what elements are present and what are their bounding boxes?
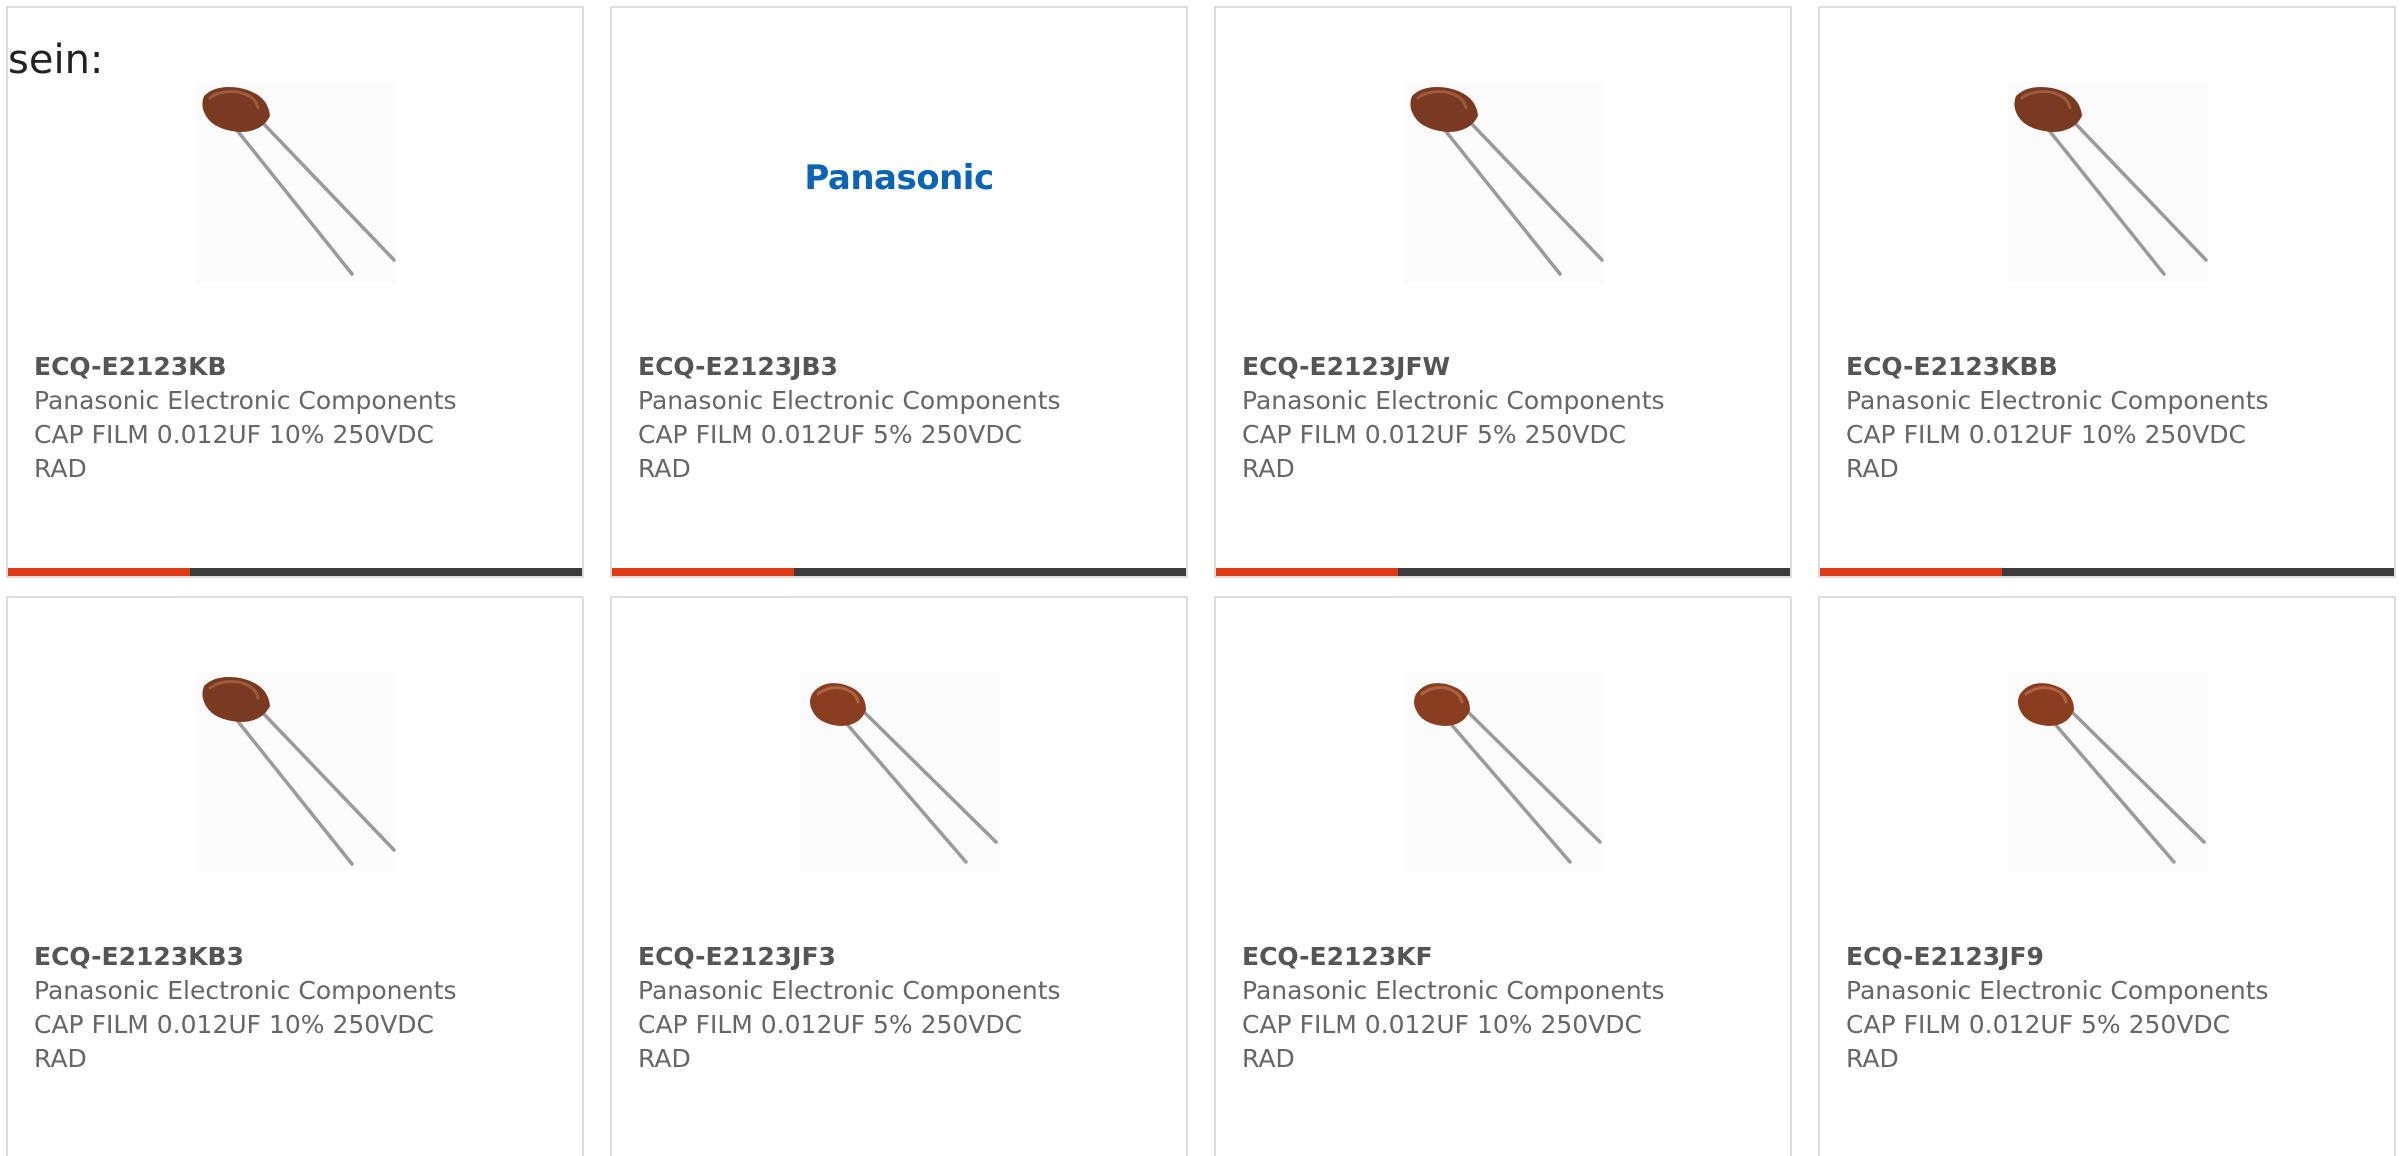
manufacturer: Panasonic Electronic Components [1242, 386, 1665, 415]
product-card[interactable]: ECQ-E2123JF3 Panasonic Electronic Compon… [610, 596, 1188, 1156]
part-number[interactable]: ECQ-E2123KBB [1846, 350, 2058, 384]
capacitor-icon [800, 672, 1000, 872]
product-card[interactable]: ECQ-E2123KB Panasonic Electronic Compone… [6, 6, 584, 578]
manufacturer: Panasonic Electronic Components [34, 386, 457, 415]
intro-text: sein: [8, 37, 104, 83]
part-number[interactable]: ECQ-E2123JF9 [1846, 940, 2044, 974]
manufacturer: Panasonic Electronic Components [34, 976, 457, 1005]
product-description: CAP FILM 0.012UF 10% 250VDC RAD [34, 1010, 435, 1073]
card-bottom-bar [1216, 568, 1790, 576]
part-number[interactable]: ECQ-E2123KB [34, 350, 227, 384]
product-card[interactable]: ECQ-E2123KB3 Panasonic Electronic Compon… [6, 596, 584, 1156]
card-accent-bar [8, 568, 190, 576]
card-bottom-bar [8, 568, 582, 576]
product-card[interactable]: ECQ-E2123JFW Panasonic Electronic Compon… [1214, 6, 1792, 578]
manufacturer: Panasonic Electronic Components [1242, 976, 1665, 1005]
capacitor-icon [2008, 672, 2208, 872]
capacitor-icon [2008, 82, 2208, 282]
manufacturer: Panasonic Electronic Components [638, 386, 1061, 415]
capacitor-icon [1404, 82, 1604, 282]
panasonic-logo: Panasonic [804, 158, 994, 198]
product-description: CAP FILM 0.012UF 5% 250VDC RAD [638, 1010, 1023, 1073]
product-description: CAP FILM 0.012UF 10% 250VDC RAD [1242, 1010, 1643, 1073]
product-description: CAP FILM 0.012UF 5% 250VDC RAD [1242, 420, 1627, 483]
product-description: CAP FILM 0.012UF 5% 250VDC RAD [638, 420, 1023, 483]
part-number[interactable]: ECQ-E2123KB3 [34, 940, 244, 974]
part-number[interactable]: ECQ-E2123JF3 [638, 940, 836, 974]
card-bottom-bar [612, 568, 1186, 576]
product-card[interactable]: ECQ-E2123JF9 Panasonic Electronic Compon… [1818, 596, 2396, 1156]
capacitor-icon [196, 672, 396, 872]
part-number[interactable]: ECQ-E2123KF [1242, 940, 1433, 974]
card-accent-bar [1820, 568, 2002, 576]
card-accent-bar [612, 568, 794, 576]
card-accent-bar [1216, 568, 1398, 576]
manufacturer: Panasonic Electronic Components [1846, 386, 2269, 415]
capacitor-icon [1404, 672, 1604, 872]
capacitor-icon [196, 82, 396, 282]
product-description: CAP FILM 0.012UF 5% 250VDC RAD [1846, 1010, 2231, 1073]
product-card[interactable]: Panasonic ECQ-E2123JB3 Panasonic Electro… [610, 6, 1188, 578]
product-grid-page: sein: ECQ-E2123KB Panasonic Electronic C… [0, 0, 2400, 1156]
part-number[interactable]: ECQ-E2123JFW [1242, 350, 1450, 384]
manufacturer: Panasonic Electronic Components [1846, 976, 2269, 1005]
manufacturer: Panasonic Electronic Components [638, 976, 1061, 1005]
product-card[interactable]: ECQ-E2123KBB Panasonic Electronic Compon… [1818, 6, 2396, 578]
card-bottom-bar [1820, 568, 2394, 576]
product-card[interactable]: ECQ-E2123KF Panasonic Electronic Compone… [1214, 596, 1792, 1156]
product-description: CAP FILM 0.012UF 10% 250VDC RAD [1846, 420, 2247, 483]
product-description: CAP FILM 0.012UF 10% 250VDC RAD [34, 420, 435, 483]
part-number[interactable]: ECQ-E2123JB3 [638, 350, 838, 384]
